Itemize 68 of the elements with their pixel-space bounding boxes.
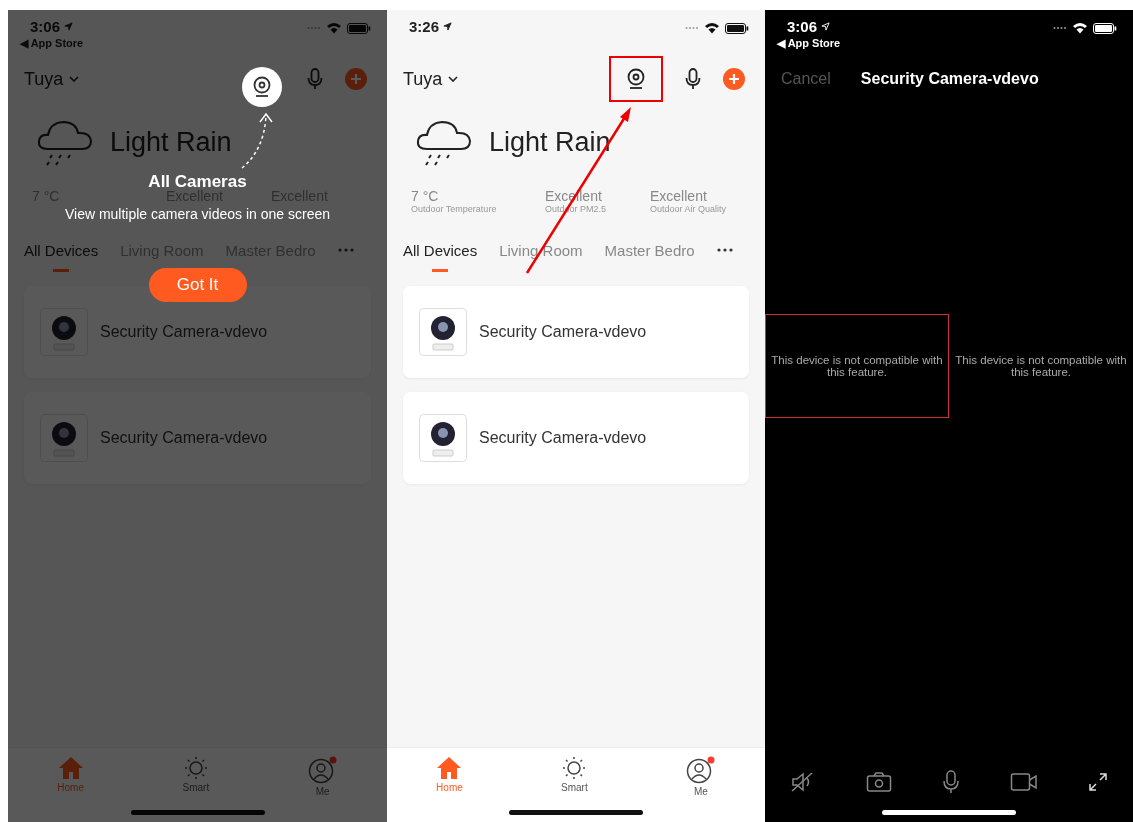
location-arrow-icon (821, 22, 831, 31)
wifi-icon (1072, 22, 1088, 34)
tab-bar-item[interactable]: Home (430, 748, 469, 804)
device-name: Security Camera-vdevo (479, 429, 647, 447)
tab-bar-item[interactable]: Home (51, 748, 90, 804)
snapshot-camera-icon[interactable] (866, 771, 892, 793)
cancel-button[interactable]: Cancel (781, 70, 831, 88)
weather-title: Light Rain (110, 126, 232, 158)
location-arrow-icon (443, 22, 453, 31)
add-icon[interactable] (723, 68, 745, 90)
room-tab[interactable]: Master Bedro (604, 242, 695, 272)
chevron-down-icon (69, 76, 80, 82)
stat-label: Outdoor Temperature (411, 204, 498, 214)
signal-icon (1053, 26, 1067, 30)
video-tile[interactable]: This device is not compatible with this feature. (949, 314, 1133, 418)
stat-label: Outdoor Air Quality (650, 204, 728, 214)
stat-value: 7 °C (411, 188, 440, 204)
battery-icon (725, 22, 749, 34)
device-card[interactable]: Security Camera-vdevo (24, 392, 371, 484)
camera-icon[interactable] (625, 68, 647, 90)
camera-device-icon (419, 414, 467, 462)
wifi-icon (704, 22, 720, 34)
home-icon (57, 756, 84, 780)
location-arrow-icon (64, 22, 74, 31)
screen-title: Security Camera-vdevo (860, 70, 1039, 88)
sun-icon (182, 756, 209, 780)
device-name: Security Camera-vdevo (479, 323, 647, 341)
room-tab[interactable]: All Devices (24, 242, 99, 272)
microphone-icon[interactable] (685, 68, 701, 90)
highlighted-video-tile[interactable]: This device is not compatible with this feature. (765, 314, 949, 418)
more-icon[interactable] (716, 248, 733, 252)
wifi-icon (326, 22, 342, 34)
tab-bar-item[interactable]: Me (301, 748, 344, 804)
room-tab[interactable]: Living Room (499, 242, 583, 272)
stat-value: Excellent (650, 188, 708, 204)
tab-bar-item[interactable]: Me (679, 748, 722, 804)
signal-icon (685, 26, 699, 30)
got-it-button[interactable]: Got It (148, 268, 247, 302)
room-tab[interactable]: All Devices (403, 242, 478, 272)
home-selector[interactable]: Tuya (24, 68, 80, 90)
battery-icon (1093, 22, 1117, 34)
sun-icon (561, 756, 588, 780)
tab-bar-item[interactable]: Smart (176, 748, 216, 804)
status-time: 3:06 (787, 18, 818, 35)
battery-icon (347, 22, 371, 34)
video-camera-icon[interactable] (1010, 772, 1038, 792)
device-name: Security Camera-vdevo (100, 323, 268, 341)
camera-device-icon (40, 414, 88, 462)
microphone-icon[interactable] (942, 770, 960, 794)
camera-device-icon (40, 308, 88, 356)
status-time: 3:06 (30, 18, 61, 35)
tab-bar-item[interactable]: Smart (555, 748, 594, 804)
fullscreen-icon[interactable] (1088, 772, 1108, 792)
chevron-down-icon (448, 76, 459, 82)
highlighted-camera-button[interactable] (242, 67, 282, 107)
back-to-app-store-link[interactable]: ◀ App Store (777, 37, 841, 50)
home-selector[interactable]: Tuya (403, 68, 459, 90)
coach-text: View multiple camera videos in one screen (64, 206, 331, 222)
status-time: 3:26 (409, 18, 440, 35)
camera-icon (251, 76, 273, 98)
back-to-app-store-link[interactable]: ◀ App Store (20, 37, 84, 50)
coach-title: All Cameras (148, 172, 247, 191)
device-name: Security Camera-vdevo (100, 429, 268, 447)
weather-title: Light Rain (489, 126, 611, 158)
camera-device-icon (419, 308, 467, 356)
device-card[interactable]: Security Camera-vdevo (403, 286, 749, 378)
home-icon (436, 756, 463, 780)
device-card[interactable]: Security Camera-vdevo (403, 392, 749, 484)
